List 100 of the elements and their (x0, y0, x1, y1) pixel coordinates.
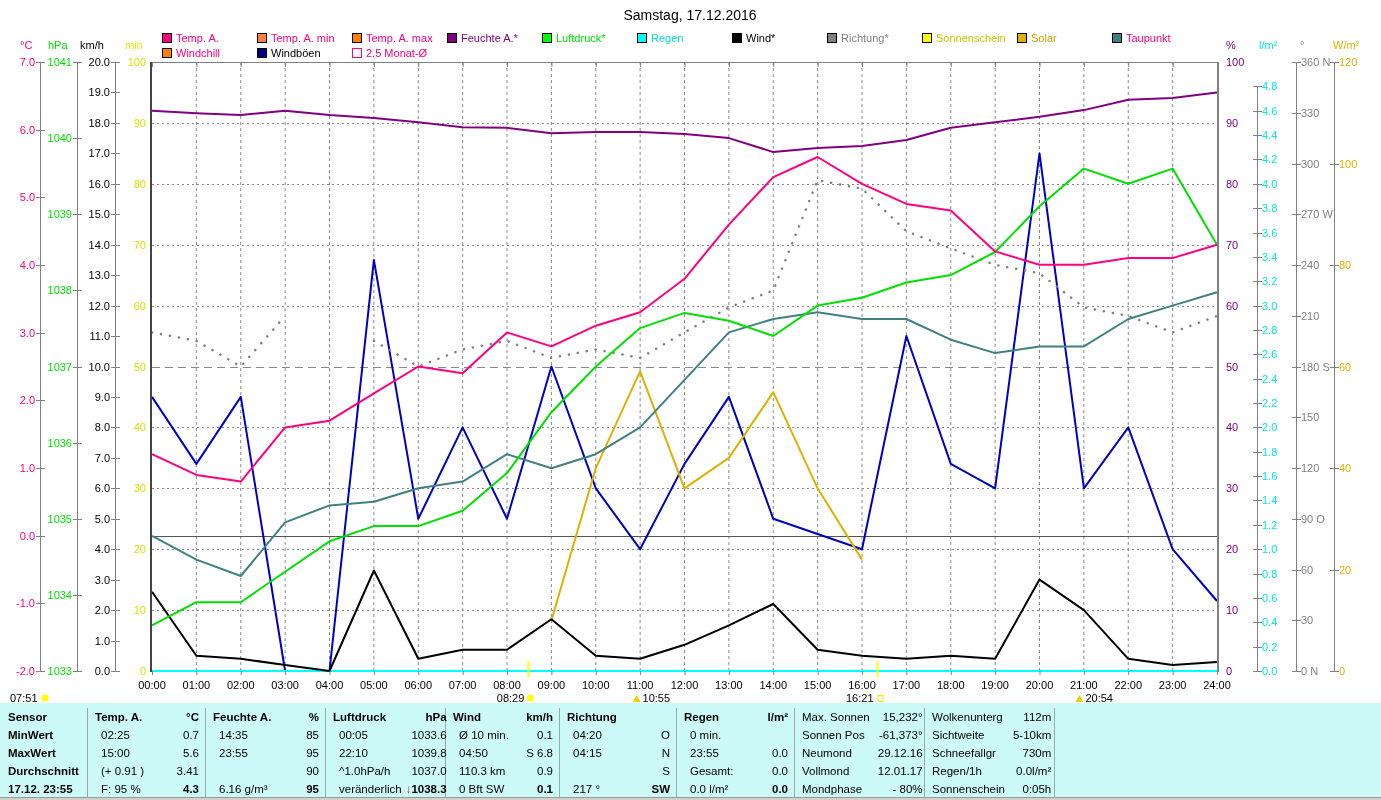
axis-unit: min (125, 39, 143, 51)
table-cell-text: 23:55 (218, 747, 249, 759)
axis-label: 2.0 (19, 394, 35, 407)
axis-label: 90 O (1301, 512, 1325, 525)
axis-label: 4.0 (1262, 177, 1278, 190)
axis-label: 0.8 (1262, 567, 1278, 580)
table-cell-text: N (660, 747, 670, 759)
axis-label: 11.0 (89, 330, 110, 343)
table-cell-text: 04:50 (458, 747, 489, 759)
axis-label: 70 (133, 238, 146, 251)
axis-label: 330 (1301, 106, 1320, 119)
legend-label: Temp. A. min (271, 32, 335, 44)
table-cell-text: 6.16 g/m³ (218, 783, 269, 795)
axis-label: 100 (1339, 157, 1358, 170)
axis-label: 18:00 (937, 679, 965, 691)
sunrise-label: 07:51 (10, 692, 38, 703)
unit-label: km/h (526, 711, 553, 723)
table-cell-text: 0.0 (771, 783, 788, 795)
table-cell-text: 0.0 (771, 765, 788, 777)
axis-label: 7.0 (19, 56, 35, 68)
axis-label: 0 (139, 665, 146, 677)
table-cell-text: 0.1 (536, 783, 553, 795)
table-cell-text: S (661, 765, 670, 777)
axis-label: 0.0 (19, 529, 35, 542)
table-cell: 29.12.16 (877, 747, 923, 759)
legend-label: Windböen (271, 47, 321, 59)
axis-label: 23:00 (1158, 679, 1187, 691)
axis-label: 13.0 (88, 269, 110, 282)
axis-label: 40 (1226, 421, 1239, 434)
table-cell-text: 00:05 (338, 729, 369, 741)
axis-label: 0.0 (1262, 665, 1278, 677)
table-cell-text: 14:35 (218, 729, 249, 741)
axis-unit: W/m² (1333, 39, 1360, 51)
axis-label: 14:00 (759, 679, 787, 691)
axis-label: 0.4 (1262, 616, 1278, 629)
axis-label: 17:00 (892, 679, 921, 691)
axis-label: 240 (1301, 259, 1320, 271)
table-cell-text: 04:20 (572, 729, 603, 741)
time-label: 10:55 (642, 692, 671, 703)
axis-label: 22:00 (1114, 679, 1142, 691)
row-label: MinWert (8, 729, 55, 741)
table-cell-text: Ø 10 min. (458, 729, 510, 741)
table-cell-text: 02:25 (100, 729, 131, 741)
axis-label: 60 (1226, 299, 1239, 312)
table-cell-text: veränderlich (338, 783, 402, 795)
table-cell-text: 0 Bft SW (458, 783, 506, 795)
axis-label: 1033 (47, 665, 72, 677)
table-cell-text: 1037.0 (410, 765, 447, 777)
table-cell-text: 0.0 (771, 747, 788, 759)
axis-label: 0 (1226, 665, 1233, 677)
axis-label: 1.0 (1262, 543, 1278, 556)
axis-label: 19.0 (88, 86, 110, 99)
axis-label: 12.0 (88, 299, 110, 312)
legend-label: Regen (651, 32, 684, 44)
table-cell: Sonnenschein (932, 783, 1005, 795)
table-cell: -61,373° (877, 729, 923, 741)
trend-arrow: ↓ (405, 783, 412, 795)
axis-label: 1035 (47, 512, 72, 525)
axis-unit: % (1226, 39, 1236, 51)
axis-label: 17.0 (88, 147, 110, 160)
axis-label: 06:00 (404, 679, 432, 691)
axis-label: 100 (127, 56, 146, 68)
axis-label: 50 (1226, 360, 1239, 373)
unit-label: hPa (424, 711, 447, 723)
axis-label: 03:00 (271, 679, 299, 691)
table-header: Feuchte A. (213, 711, 273, 723)
table-cell-text: 23:55 (689, 747, 720, 759)
axis-label: 0 N (1301, 665, 1319, 677)
table-cell-text: 0.9 (536, 765, 553, 777)
axis-label: 11:00 (626, 679, 654, 691)
legend-label: Temp. A. (176, 32, 219, 44)
axis-label: 19:00 (981, 679, 1009, 691)
legend-label: Richtung* (841, 32, 889, 44)
table-cell-text: 0.1 (536, 729, 553, 741)
axis-label: 40 (1339, 462, 1352, 474)
table-cell: 12.01.17 (877, 765, 923, 777)
table-header: Luftdruck (333, 711, 388, 723)
axis-label: 1037 (47, 360, 72, 373)
square-icon (877, 695, 884, 702)
axis-label: 1.8 (1262, 445, 1278, 458)
table-cell-text: Vollmond (802, 765, 851, 777)
axis-label: 1041 (47, 56, 72, 68)
sun-icon (526, 694, 534, 702)
axis-label: 1039 (47, 208, 72, 221)
axis-label: 4.2 (1262, 153, 1278, 166)
axis-label: 60 (133, 299, 146, 312)
time-label: 16:21 (846, 692, 874, 703)
axis-label: 6.0 (19, 123, 35, 136)
axis-label: 10 (1226, 604, 1239, 617)
axis-label: 150 (1301, 411, 1320, 424)
axis-label: 0.0 (94, 665, 110, 677)
axis-label: 90 (1226, 116, 1239, 129)
axis-label: 210 (1301, 309, 1320, 322)
axis-label: 14.0 (88, 238, 110, 251)
axis-label: 3.6 (1262, 226, 1278, 239)
table-cell: SW (651, 783, 670, 795)
axis-label: 0 (1339, 665, 1346, 677)
table-cell-text: F: 95 % (100, 783, 142, 795)
axis-label: 3.4 (1262, 250, 1278, 263)
axis-label: 1034 (47, 588, 72, 601)
